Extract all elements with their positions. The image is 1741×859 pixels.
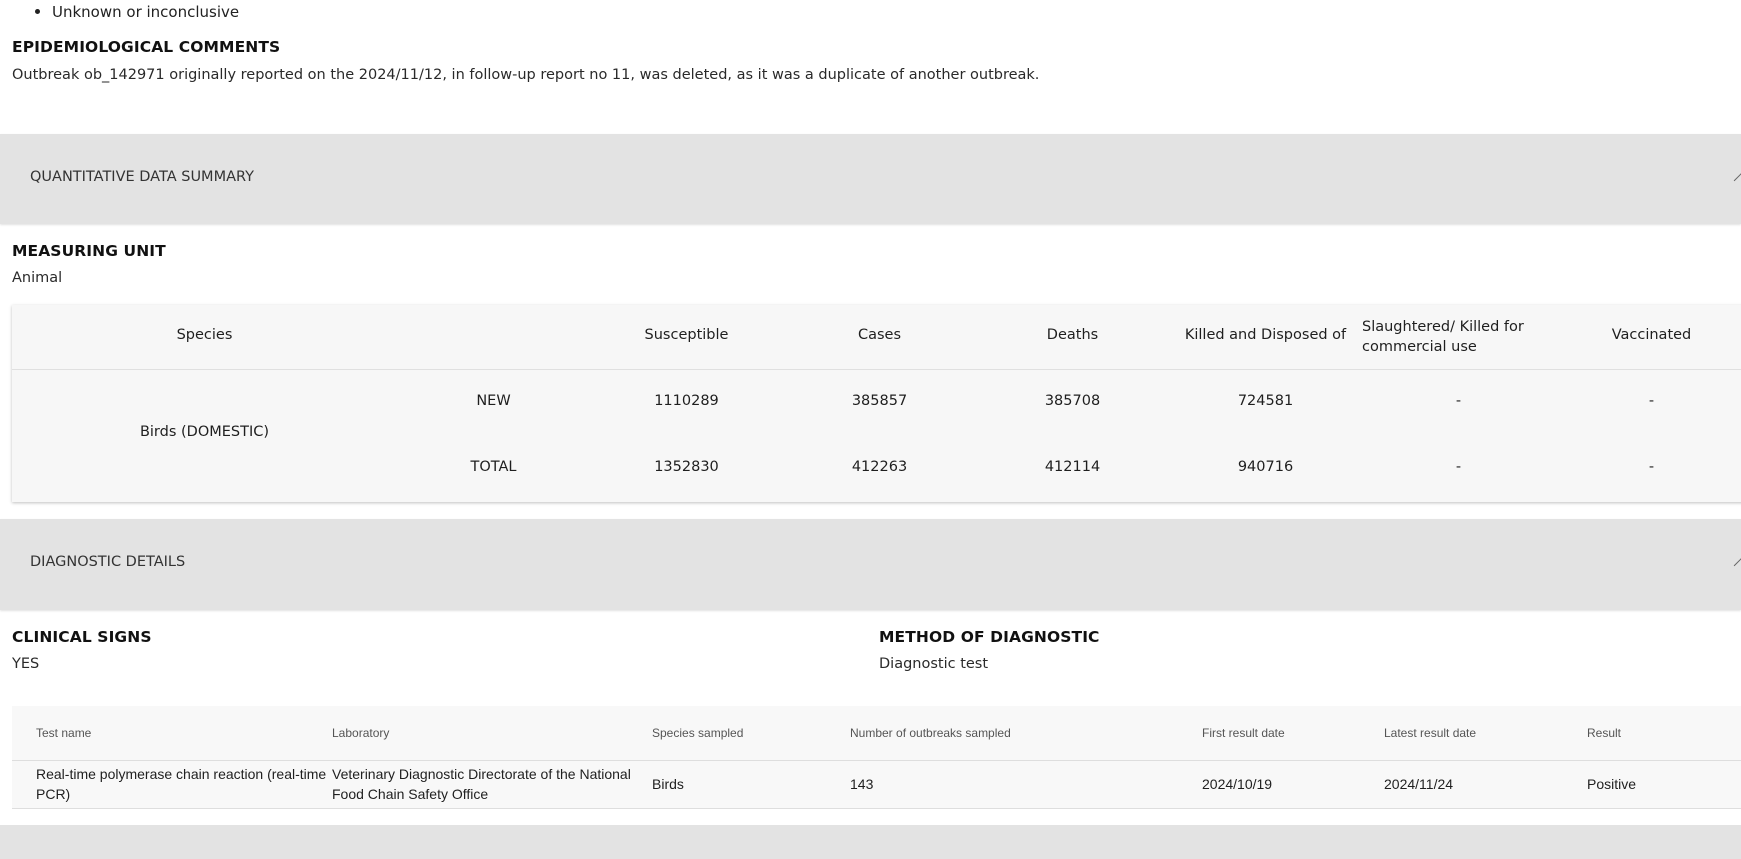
species-cell: Birds (DOMESTIC) bbox=[139, 424, 270, 440]
total-susceptible: 1352830 bbox=[654, 459, 719, 475]
row-label-new: NEW bbox=[476, 393, 511, 409]
col-header-species: Species bbox=[176, 327, 233, 343]
measuring-unit-heading: MEASURING UNIT bbox=[12, 242, 166, 260]
col-header-species-sampled: Species sampled bbox=[652, 726, 744, 740]
new-slaughtered: - bbox=[1455, 393, 1462, 409]
col-header-first-result: First result date bbox=[1202, 726, 1285, 740]
cell-outbreaks-sampled: 143 bbox=[850, 776, 874, 792]
quantitative-data-table: Species Susceptible Cases Deaths Killed … bbox=[12, 305, 1741, 502]
chevron-up-icon[interactable] bbox=[1733, 172, 1741, 189]
clinical-signs-heading: CLINICAL SIGNS bbox=[12, 628, 152, 646]
total-cases: 412263 bbox=[851, 459, 908, 475]
col-header-slaughtered: Slaughtered/ Killed for commercial use bbox=[1362, 319, 1524, 355]
col-header-vaccinated: Vaccinated bbox=[1611, 327, 1692, 343]
col-header-latest-result: Latest result date bbox=[1384, 726, 1477, 740]
measuring-unit-value: Animal bbox=[12, 270, 63, 286]
cell-result: Positive bbox=[1587, 776, 1637, 792]
cell-first-result: 2024/10/19 bbox=[1202, 776, 1273, 792]
col-header-susceptible: Susceptible bbox=[644, 327, 729, 343]
bullet-icon bbox=[35, 9, 40, 14]
total-deaths: 412114 bbox=[1044, 459, 1101, 475]
row-label-total: TOTAL bbox=[470, 459, 517, 475]
new-susceptible: 1110289 bbox=[654, 393, 719, 409]
next-section-header[interactable] bbox=[0, 825, 1741, 859]
diagnostic-section-title: DIAGNOSTIC DETAILS bbox=[30, 554, 186, 570]
total-killed: 940716 bbox=[1237, 459, 1294, 475]
clinical-signs-value: YES bbox=[12, 656, 40, 672]
quantitative-section-title: QUANTITATIVE DATA SUMMARY bbox=[30, 169, 254, 185]
header-divider bbox=[12, 760, 1741, 761]
epi-comments-heading: EPIDEMIOLOGICAL COMMENTS bbox=[12, 38, 281, 56]
cell-test-name: Real-time polymerase chain reaction (rea… bbox=[36, 766, 327, 802]
new-killed: 724581 bbox=[1237, 393, 1294, 409]
new-cases: 385857 bbox=[851, 393, 908, 409]
row-divider bbox=[12, 808, 1741, 809]
header-divider bbox=[12, 369, 1741, 370]
col-header-test-name: Test name bbox=[36, 726, 92, 740]
col-header-laboratory: Laboratory bbox=[332, 726, 390, 740]
total-vaccinated: - bbox=[1648, 459, 1655, 475]
col-header-cases: Cases bbox=[857, 327, 902, 343]
chevron-up-icon[interactable] bbox=[1733, 557, 1741, 574]
col-header-deaths: Deaths bbox=[1046, 327, 1099, 343]
col-header-outbreaks-sampled: Number of outbreaks sampled bbox=[850, 726, 1011, 740]
quantitative-section-header[interactable]: QUANTITATIVE DATA SUMMARY bbox=[0, 134, 1741, 224]
total-slaughtered: - bbox=[1455, 459, 1462, 475]
col-header-killed: Killed and Disposed of bbox=[1184, 327, 1347, 343]
cell-latest-result: 2024/11/24 bbox=[1384, 776, 1454, 792]
new-vaccinated: - bbox=[1648, 393, 1655, 409]
method-of-diagnostic-heading: METHOD OF DIAGNOSTIC bbox=[879, 628, 1100, 646]
epi-comments-text: Outbreak ob_142971 originally reported o… bbox=[12, 67, 1040, 83]
cell-laboratory: Veterinary Diagnostic Directorate of the… bbox=[332, 766, 631, 802]
diagnostic-section-header[interactable]: DIAGNOSTIC DETAILS bbox=[0, 519, 1741, 610]
col-header-result: Result bbox=[1587, 726, 1622, 740]
method-of-diagnostic-value: Diagnostic test bbox=[879, 656, 989, 672]
new-deaths: 385708 bbox=[1044, 393, 1101, 409]
cell-species-sampled: Birds bbox=[652, 776, 684, 792]
list-item-unknown: Unknown or inconclusive bbox=[52, 3, 240, 21]
diagnostic-table: Test name Laboratory Species sampled Num… bbox=[12, 706, 1741, 809]
